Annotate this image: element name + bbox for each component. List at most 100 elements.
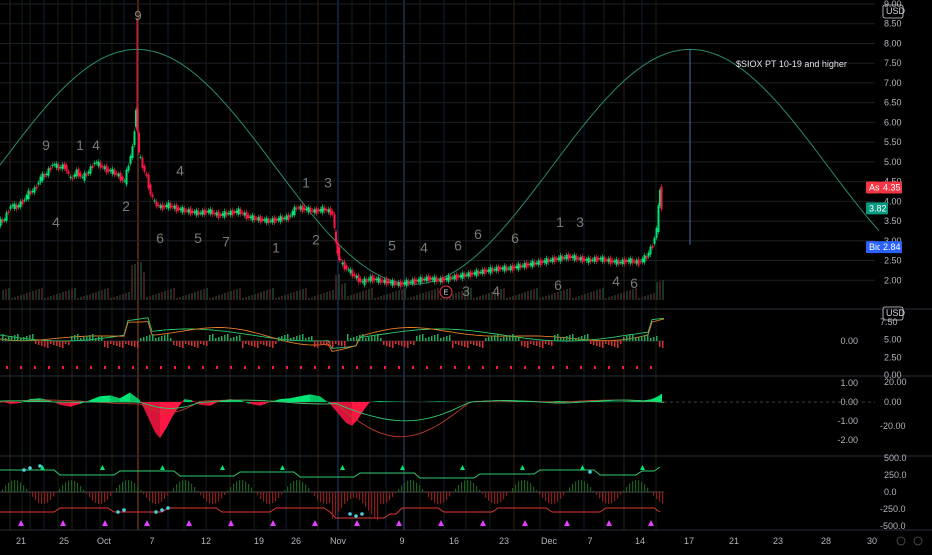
osc3-signal-dot: [22, 468, 26, 472]
candle-body: [98, 162, 100, 167]
volume-bar: [419, 294, 421, 300]
candle-body: [218, 211, 220, 218]
osc1-hist-bar: [65, 341, 67, 344]
candle-body: [84, 173, 86, 181]
candle-body: [402, 283, 404, 285]
candle-body: [582, 256, 584, 262]
osc3-hist-bar: [125, 480, 126, 492]
candle-body: [32, 191, 34, 192]
osc3-hist-bar: [275, 492, 276, 501]
candle-body: [494, 269, 496, 270]
osc3-hist-bar: [74, 481, 75, 492]
osc1-signal-mark: [608, 366, 610, 369]
volume-bar: [257, 293, 259, 300]
osc1-hist-bar: [650, 338, 652, 341]
osc1-hist-bar: [599, 341, 601, 347]
osc1-hist-bar: [71, 336, 73, 341]
volume-bar: [233, 290, 235, 300]
chart-workspace[interactable]: 99144246571213546661364634 $SIOX PT 10-1…: [0, 0, 932, 550]
candle-body: [356, 276, 358, 278]
candle-body: [436, 278, 438, 282]
volume-bar: [359, 292, 361, 300]
osc3-hist-bar: [71, 480, 72, 492]
time-tick-label: 23: [499, 536, 509, 546]
time-tick-label: 9: [399, 536, 404, 546]
candle-body: [6, 213, 8, 222]
candle-body: [28, 190, 30, 199]
osc1-hist-bar: [494, 335, 496, 341]
osc1-hist-bar: [623, 337, 625, 341]
volume-bar: [212, 297, 214, 300]
chart-canvas[interactable]: 99144246571213546661364634 $SIOX PT 10-1…: [0, 0, 932, 550]
osc1-hist-bar: [47, 341, 49, 348]
price-tick-label: 2.00: [884, 275, 902, 285]
candle-body: [450, 276, 452, 280]
earnings-event-marker[interactable]: E: [440, 286, 452, 298]
osc3-hist-bar: [62, 485, 63, 492]
osc3-signal-dot: [166, 506, 170, 510]
candle-body: [460, 275, 462, 277]
osc3-hist-bar: [368, 492, 369, 511]
volume-bar: [557, 292, 559, 300]
osc1-signal-mark: [216, 366, 218, 369]
osc3-signal-dot: [122, 508, 126, 512]
osc3-hist-bar: [551, 492, 552, 504]
osc3-hist-bar: [548, 492, 549, 503]
candle-body: [214, 213, 216, 214]
osc3-tick-label: 250.0: [884, 470, 907, 480]
candle-body: [246, 212, 248, 219]
osc3-hist-bar: [632, 481, 633, 492]
osc3-hist-bar: [533, 487, 534, 492]
candle-body: [636, 260, 638, 264]
osc1-hist-bar: [173, 341, 175, 345]
volume-bar: [8, 288, 10, 300]
time-tick-label: 19: [254, 536, 264, 546]
osc3-hist-bar: [185, 480, 186, 492]
osc3-hist-bar: [443, 492, 444, 502]
volume-bar: [203, 289, 205, 300]
candle-body: [262, 219, 264, 221]
osc1-hist-bar: [467, 341, 469, 348]
volume-bar: [83, 296, 85, 300]
osc3-hist-bar: [23, 485, 24, 492]
candle-body: [72, 178, 74, 179]
osc3-hist-bar: [152, 492, 153, 503]
osc1-hist-bar: [95, 338, 97, 341]
osc3-hist-bar: [131, 481, 132, 492]
volume-bar: [608, 297, 610, 300]
volume-bar: [530, 290, 532, 300]
candle-body: [156, 201, 158, 206]
volume-bar: [407, 298, 409, 300]
candle-body: [502, 267, 504, 269]
osc3-hist-bar: [470, 481, 471, 492]
volume-bar: [266, 290, 268, 300]
price-target-annotation[interactable]: $SIOX PT 10-19 and higher: [736, 59, 847, 69]
candle-body: [86, 174, 88, 176]
osc1-hist-bar: [398, 341, 400, 345]
volume-bar: [347, 296, 349, 300]
osc3-hist-bar: [647, 488, 648, 492]
osc1-hist-bar: [17, 334, 19, 341]
osc3-hist-bar: [341, 492, 342, 508]
osc3-hist-bar: [536, 490, 537, 492]
osc1-signal-mark: [524, 366, 526, 369]
osc3-hist-bar: [329, 492, 330, 503]
osc1-hist-bar: [176, 341, 178, 346]
osc3-hist-bar: [407, 481, 408, 492]
candle-body: [576, 256, 578, 260]
candle-body: [38, 183, 40, 185]
candle-body: [56, 164, 58, 169]
osc3-hist-bar: [500, 492, 501, 502]
volume-bar: [605, 298, 607, 300]
time-tick-label: Dec: [541, 536, 558, 546]
osc3-signal-dot: [360, 512, 364, 516]
osc1-hist-bar: [266, 341, 268, 346]
osc1-signal-mark: [6, 366, 8, 369]
osc1-hist-bar: [329, 341, 331, 347]
volume-bar: [134, 264, 136, 300]
candle-body: [594, 257, 596, 261]
volume-bar: [377, 297, 379, 300]
candle-body: [328, 209, 330, 212]
osc1-hist-bar: [215, 338, 217, 341]
volume-bar: [320, 294, 322, 300]
